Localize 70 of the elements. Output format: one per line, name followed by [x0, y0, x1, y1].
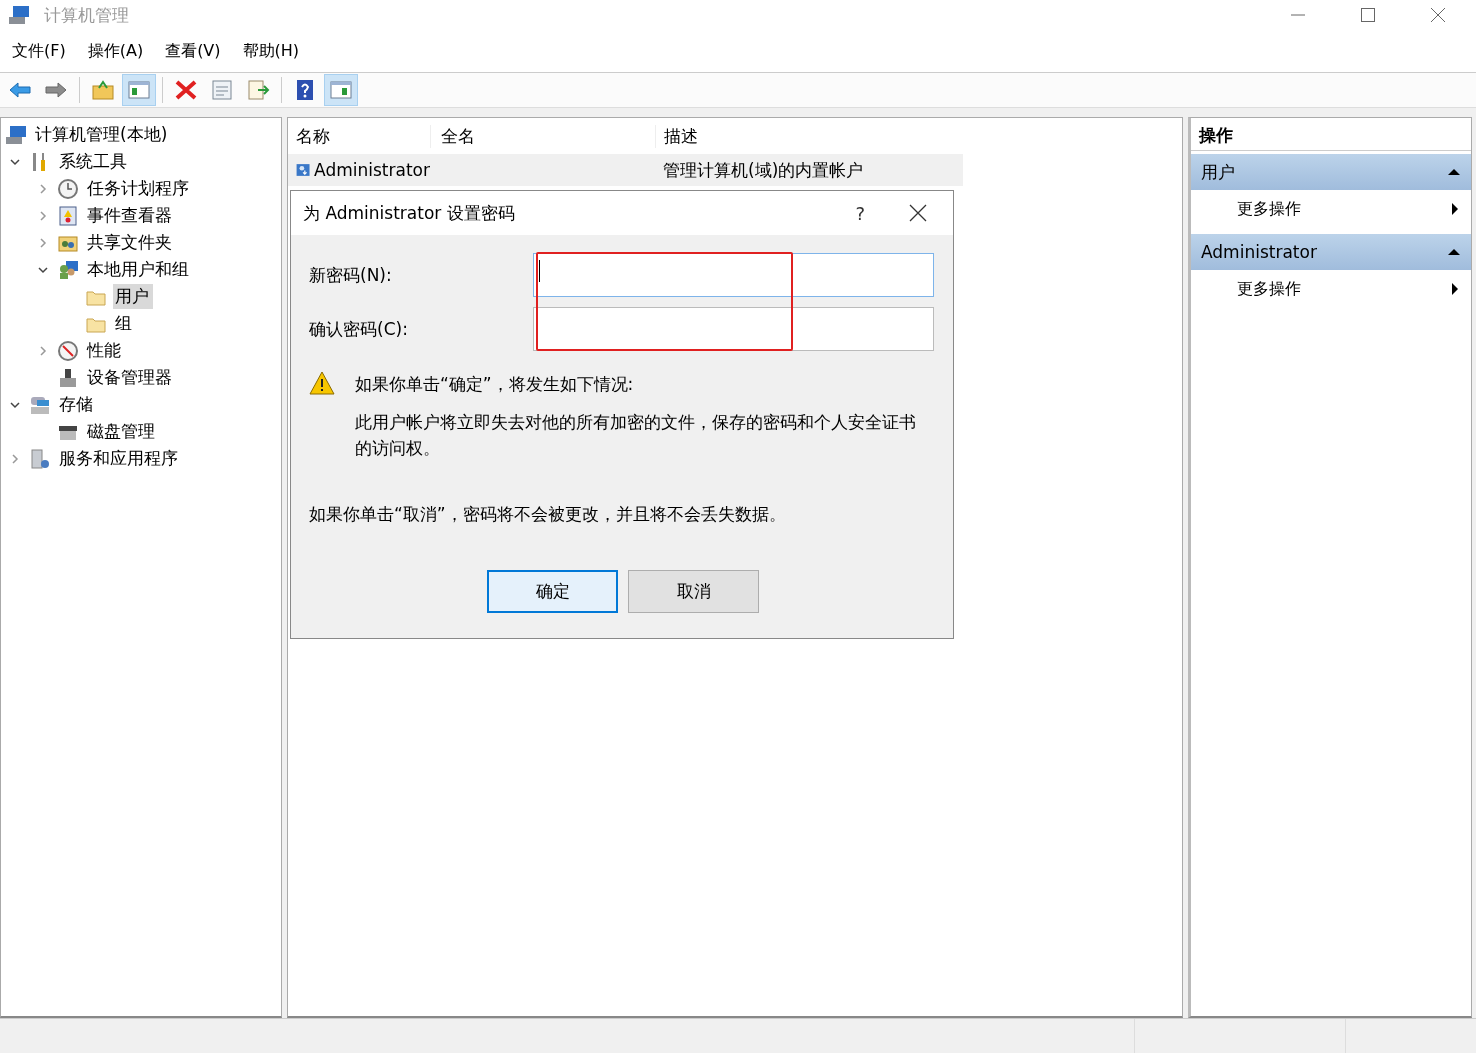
field-label: 确认密码(C):: [309, 317, 409, 341]
password-field[interactable]: [533, 307, 934, 351]
help-button[interactable]: ?: [855, 202, 865, 224]
menu-item[interactable]: 帮助(H): [242, 40, 300, 62]
action-label: 更多操作: [1237, 198, 1301, 220]
chevron-right-icon[interactable]: [10, 452, 20, 465]
tree-item[interactable]: 任务计划程序: [85, 176, 193, 201]
field-label: 新密码(N):: [309, 263, 393, 287]
action-item[interactable]: 更多操作: [1191, 190, 1471, 228]
menu-item[interactable]: 查看(V): [165, 40, 221, 62]
column-header[interactable]: 描述: [655, 124, 955, 148]
tree-item[interactable]: 计算机管理(本地): [33, 122, 172, 147]
chevron-right-icon[interactable]: [38, 209, 48, 222]
computer-icon: [5, 124, 27, 145]
chevron-down-icon[interactable]: [9, 156, 21, 167]
warning-text: 如果你单击“确定”，将发生如下情况:: [355, 373, 635, 396]
submenu-arrow-icon: [1451, 202, 1459, 216]
chevron-down-icon[interactable]: [9, 399, 21, 410]
collapse-icon[interactable]: [1447, 248, 1461, 256]
table-row[interactable]: Administrator 管理计算机(域)的内置帐户: [288, 154, 963, 186]
window-title: 计算机管理: [44, 3, 129, 27]
chevron-right-icon[interactable]: [38, 182, 48, 195]
warning-detail: 此用户帐户将立即失去对他的所有加密的文件，保存的密码和个人安全证书的访问权。: [355, 411, 917, 460]
tree-item[interactable]: 设备管理器: [85, 365, 176, 390]
action-label: 更多操作: [1237, 278, 1301, 300]
pane-title: 操作: [1191, 120, 1471, 151]
section-header[interactable]: 用户: [1191, 154, 1471, 190]
action-pane-icon[interactable]: [324, 74, 358, 106]
dialog-title: 为 Administrator 设置密码: [303, 201, 515, 225]
chevron-right-icon[interactable]: [38, 344, 48, 357]
tree-item[interactable]: 系统工具: [57, 149, 131, 174]
column-header[interactable]: 全名: [430, 124, 655, 148]
tree-item[interactable]: 存储: [57, 392, 97, 417]
table-cell: Administrator: [314, 160, 430, 180]
password-field[interactable]: [533, 253, 934, 297]
menu-item[interactable]: 文件(F): [12, 40, 66, 62]
submenu-arrow-icon: [1451, 282, 1459, 296]
tree-item[interactable]: 本地用户和组: [85, 257, 193, 282]
chevron-right-icon[interactable]: [38, 236, 48, 249]
section-header[interactable]: Administrator: [1191, 234, 1471, 270]
gauge-icon: [57, 339, 79, 362]
menu-item[interactable]: 操作(A): [87, 40, 144, 62]
warning-icon: [309, 371, 335, 395]
close-icon[interactable]: [1430, 7, 1446, 23]
tree-item[interactable]: 事件查看器: [85, 203, 176, 228]
cancel-button[interactable]: 取消: [628, 570, 759, 613]
tree-item[interactable]: 组: [113, 311, 136, 336]
cancel-note: 如果你单击“取消”，密码将不会被更改，并且将不会丢失数据。: [309, 503, 787, 526]
close-icon[interactable]: [909, 204, 927, 222]
tree-item[interactable]: 用户: [113, 284, 153, 309]
collapse-icon[interactable]: [1447, 168, 1461, 176]
column-header[interactable]: 名称: [288, 124, 430, 148]
server-icon: [29, 447, 51, 470]
chevron-down-icon[interactable]: [37, 264, 49, 275]
computer-icon: [8, 5, 30, 25]
action-item[interactable]: 更多操作: [1191, 270, 1471, 308]
users-icon: [57, 258, 79, 281]
section-title: 用户: [1201, 160, 1235, 184]
clock-icon: [57, 177, 79, 200]
table-cell: 管理计算机(域)的内置帐户: [663, 158, 864, 182]
ok-button[interactable]: 确定: [487, 570, 618, 613]
tree-item[interactable]: 服务和应用程序: [57, 446, 182, 471]
tree-item[interactable]: 磁盘管理: [85, 419, 159, 444]
tree-item[interactable]: 性能: [85, 338, 125, 363]
tree-pane-icon[interactable]: [122, 74, 156, 106]
section-title: Administrator: [1201, 242, 1317, 262]
device-icon: [57, 366, 79, 389]
log-book-icon: [57, 204, 79, 227]
tree-item[interactable]: 共享文件夹: [85, 230, 176, 255]
maximize-icon[interactable]: [1360, 7, 1376, 23]
